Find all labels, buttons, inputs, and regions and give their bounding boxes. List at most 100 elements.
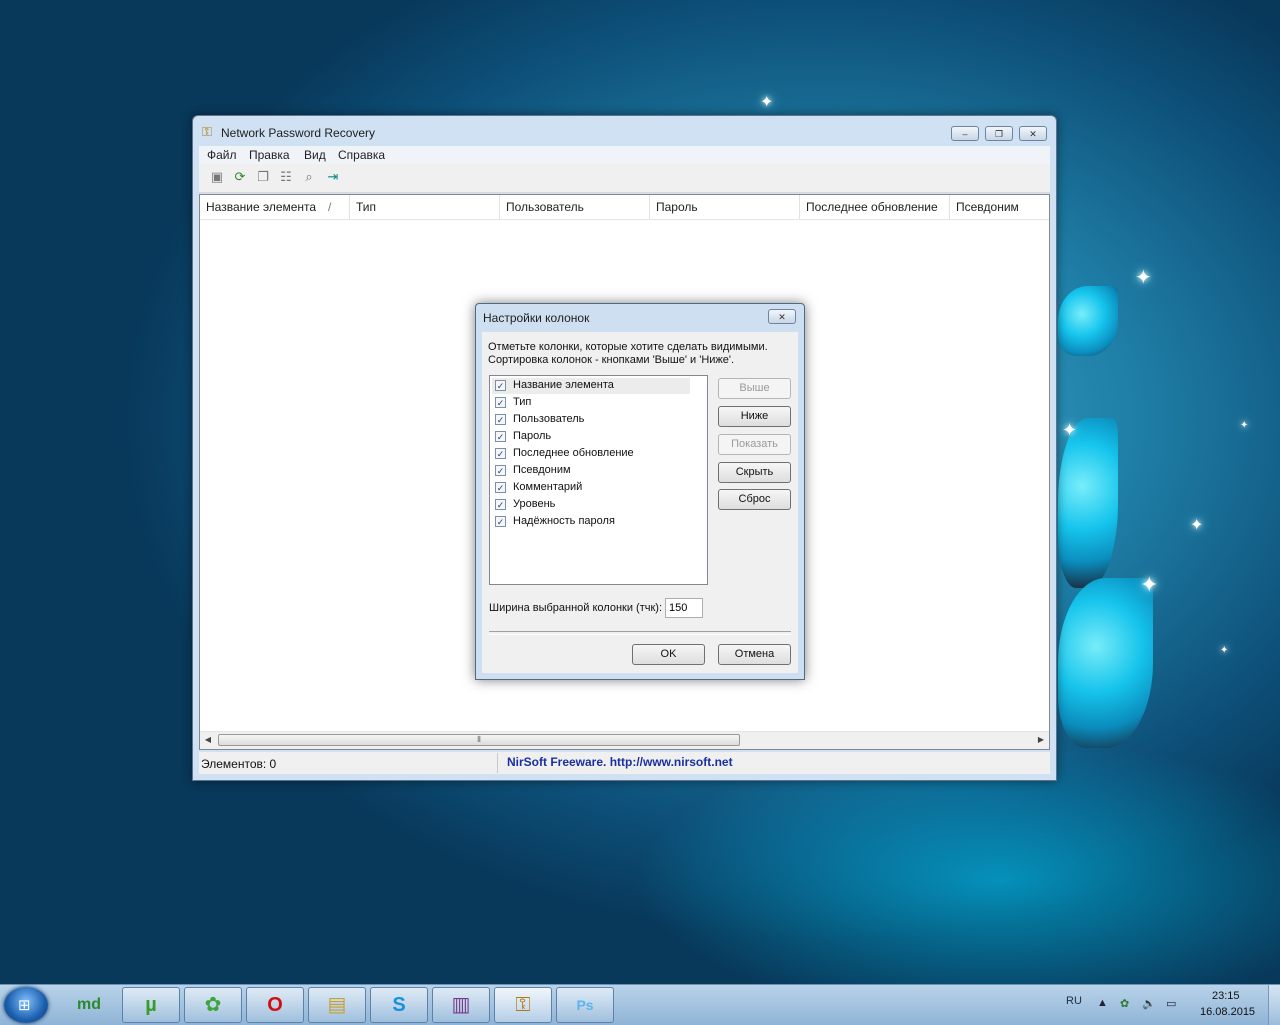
scroll-left-icon[interactable]: ◀ — [202, 734, 214, 746]
checklist-item-label: Последнее обновление — [513, 447, 634, 459]
menu-view[interactable]: Вид — [304, 148, 326, 162]
taskbar-app-opera[interactable]: O — [246, 987, 304, 1023]
list-header: Название элемента / Тип Пользователь Пар… — [200, 195, 1049, 220]
columns-checklist[interactable]: ✓ Название элемента ✓ Тип ✓ Пользователь ✓ П… — [489, 375, 708, 585]
column-header-type[interactable]: Тип — [350, 195, 500, 219]
network-icon[interactable]: ▭ — [1166, 997, 1176, 1010]
window-title: Network Password Recovery — [221, 126, 376, 140]
clock-date[interactable]: 16.08.2015 — [1200, 1006, 1255, 1018]
checkbox-checked[interactable]: ✓ — [495, 516, 506, 527]
checkbox-checked[interactable]: ✓ — [495, 499, 506, 510]
tray-expand-icon[interactable]: ▲ — [1097, 997, 1108, 1009]
horizontal-scrollbar[interactable]: ◀ ⦀ ▶ — [200, 731, 1049, 749]
checklist-item[interactable]: ✓ Тип — [492, 395, 690, 411]
checklist-item-label: Комментарий — [513, 481, 583, 493]
column-header-password[interactable]: Пароль — [650, 195, 800, 219]
reset-button[interactable]: Сброс — [718, 489, 791, 510]
taskbar-app-mediaget[interactable]: md — [60, 987, 118, 1023]
refresh-icon[interactable]: ⟳ — [232, 169, 248, 185]
status-bar: Элементов: 0 NirSoft Freeware. http://ww… — [199, 752, 1050, 774]
hide-button[interactable]: Скрыть — [718, 462, 791, 483]
checklist-item[interactable]: ✓ Название элемента — [492, 378, 690, 394]
dialog-instructions-line: Сортировка колонок - кнопками 'Выше' и '… — [488, 354, 735, 366]
close-button[interactable]: ✕ — [1019, 126, 1047, 141]
scroll-thumb[interactable]: ⦀ — [218, 734, 740, 746]
checklist-item-label: Псевдоним — [513, 464, 571, 476]
checkbox-checked[interactable]: ✓ — [495, 482, 506, 493]
scroll-right-icon[interactable]: ▶ — [1035, 734, 1047, 746]
butterfly-wing-lower — [1058, 578, 1153, 748]
properties-icon[interactable]: ☷ — [278, 169, 294, 185]
taskbar-app-icq[interactable]: ✿ — [184, 987, 242, 1023]
tray-app-icon[interactable]: ✿ — [1120, 997, 1129, 1010]
minimize-button[interactable]: – — [951, 126, 979, 141]
butterfly-wing-upper — [1058, 286, 1118, 356]
column-settings-dialog: Настройки колонок ✕ Отметьте колонки, ко… — [475, 303, 805, 680]
column-width-label: Ширина выбранной колонки (тчк): — [489, 602, 663, 614]
volume-icon[interactable]: 🔈 — [1142, 997, 1156, 1010]
column-header-last-updated[interactable]: Последнее обновление — [800, 195, 950, 219]
sparkle-icon: ✦ — [1190, 517, 1204, 534]
checklist-item[interactable]: ✓ Уровень — [492, 497, 690, 513]
clock-time[interactable]: 23:15 — [1212, 990, 1240, 1002]
checklist-item[interactable]: ✓ Надёжность пароля — [492, 514, 690, 530]
language-indicator[interactable]: RU — [1066, 995, 1082, 1007]
sparkle-icon: ✦ — [1240, 420, 1249, 431]
checklist-item-label: Название элемента — [513, 379, 614, 391]
show-button[interactable]: Показать — [718, 434, 791, 455]
column-header-alias[interactable]: Псевдоним — [950, 195, 1049, 219]
checkbox-checked[interactable]: ✓ — [495, 465, 506, 476]
column-header-user[interactable]: Пользователь — [500, 195, 650, 219]
taskbar-app-utorrent[interactable]: µ — [122, 987, 180, 1023]
maximize-button[interactable]: ❐ — [985, 126, 1013, 141]
windows-logo-icon: ⊞ — [18, 997, 31, 1014]
checkbox-checked[interactable]: ✓ — [495, 431, 506, 442]
dialog-close-button[interactable]: ✕ — [768, 309, 796, 324]
checklist-item[interactable]: ✓ Псевдоним — [492, 463, 690, 479]
checkbox-checked[interactable]: ✓ — [495, 397, 506, 408]
taskbar-app-winrar[interactable]: ▥ — [432, 987, 490, 1023]
dialog-divider — [489, 631, 791, 635]
sparkle-icon: ✦ — [1135, 267, 1152, 289]
move-up-button[interactable]: Выше — [718, 378, 791, 399]
taskbar-app-photoshop[interactable]: Ps — [556, 987, 614, 1023]
taskbar-app-skype[interactable]: S — [370, 987, 428, 1023]
title-bar[interactable]: ⚿ Network Password Recovery – ❐ ✕ — [193, 116, 1056, 146]
start-button[interactable]: ⊞ — [4, 987, 48, 1023]
nirsoft-link[interactable]: NirSoft Freeware. http://www.nirsoft.net — [507, 755, 733, 769]
taskbar-app-explorer[interactable]: ▤ — [308, 987, 366, 1023]
show-desktop-button[interactable] — [1268, 985, 1280, 1025]
menu-file[interactable]: Файл — [207, 148, 237, 162]
taskbar-app-network-password-recovery[interactable]: ⚿ — [494, 987, 552, 1023]
checkbox-checked[interactable]: ✓ — [495, 414, 506, 425]
status-divider — [497, 753, 498, 773]
dialog-body: Отметьте колонки, которые хотите сделать… — [482, 332, 798, 673]
exit-icon[interactable]: ⇥ — [325, 169, 341, 185]
status-item-count: Элементов: 0 — [201, 757, 277, 771]
copy-icon[interactable]: ❐ — [255, 169, 271, 185]
menu-edit[interactable]: Правка — [249, 148, 290, 162]
dialog-instructions: Отметьте колонки, которые хотите сделать… — [488, 341, 788, 367]
sort-arrow-icon: / — [328, 200, 332, 214]
find-icon[interactable]: ⌕ — [301, 169, 317, 185]
checklist-item-label: Надёжность пароля — [513, 515, 615, 527]
checklist-item-label: Уровень — [513, 498, 556, 510]
checklist-item[interactable]: ✓ Последнее обновление — [492, 446, 690, 462]
sparkle-icon: ✦ — [760, 94, 774, 111]
checklist-item[interactable]: ✓ Пользователь — [492, 412, 690, 428]
checklist-item[interactable]: ✓ Пароль — [492, 429, 690, 445]
keys-icon: ⚿ — [202, 124, 212, 139]
ok-button[interactable]: OK — [632, 644, 705, 665]
cancel-button[interactable]: Отмена — [718, 644, 791, 665]
sparkle-icon: ✦ — [1062, 420, 1078, 440]
checklist-item[interactable]: ✓ Комментарий — [492, 480, 690, 496]
save-icon[interactable]: ▣ — [209, 169, 225, 185]
checkbox-checked[interactable]: ✓ — [495, 380, 506, 391]
menu-help[interactable]: Справка — [338, 148, 385, 162]
move-down-button[interactable]: Ниже — [718, 406, 791, 427]
sparkle-icon: ✦ — [1140, 572, 1159, 597]
column-width-input[interactable]: 150 — [665, 598, 703, 618]
checklist-item-label: Пароль — [513, 430, 552, 442]
checkbox-checked[interactable]: ✓ — [495, 448, 506, 459]
column-header-name[interactable]: Название элемента / — [200, 195, 350, 219]
